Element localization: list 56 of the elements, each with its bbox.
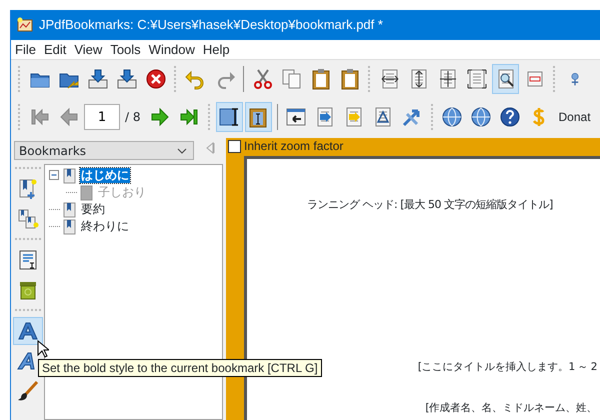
menu-item[interactable]: File <box>11 40 40 60</box>
undo-icon <box>184 68 206 90</box>
tooltip: Set the bold style to the current bookmark [CTRL G] <box>38 359 322 377</box>
tray-arrow-icon <box>86 68 108 90</box>
bookmark-icon <box>79 184 94 200</box>
help-icon <box>499 106 521 128</box>
arrow-right-icon <box>149 106 171 128</box>
page-text: [ここにタイトルを挿入します。1 ～ 2 <box>418 360 597 372</box>
checkbox-label: Inherit zoom factor <box>244 138 344 155</box>
clipboard-icon <box>310 68 332 90</box>
page-text: [作成者名、名、ミドルネーム、姓、 <box>425 402 597 414</box>
page-text: ランニング ヘッド: [最大 50 文字の短縮版タイトル] <box>307 198 553 211</box>
inherit-zoom-checkbox[interactable] <box>228 140 241 152</box>
page-arrows-icon <box>378 68 400 90</box>
clipboard-cursor-icon <box>247 106 269 128</box>
menu-item[interactable]: Help <box>198 40 234 60</box>
stop-icon <box>144 68 166 90</box>
menu-item[interactable]: Edit <box>40 40 70 60</box>
bold-a-button[interactable] <box>12 317 42 345</box>
bookmark-icon <box>62 218 77 234</box>
skip-last-icon <box>178 106 200 128</box>
page-number-field[interactable]: 1 <box>84 104 120 130</box>
arrow-left-icon <box>58 106 80 128</box>
globe-icon <box>441 106 463 128</box>
bookmark-item[interactable]: 要約 <box>80 202 106 217</box>
collapse-toggle-icon[interactable] <box>49 170 60 181</box>
bookmark-item[interactable]: はじめに <box>80 168 130 183</box>
text-cursor-icon <box>218 106 240 128</box>
paintbrush-icon <box>16 380 38 402</box>
bold-a-icon <box>16 320 38 342</box>
menu-item[interactable]: Window <box>144 40 199 60</box>
copy-icon <box>280 68 302 90</box>
tray-arrow-icon <box>116 68 138 90</box>
text-cursor-button[interactable] <box>216 102 242 132</box>
properties-icon <box>16 249 38 271</box>
menu-item[interactable]: Tools <box>106 40 145 60</box>
skip-first-icon <box>28 106 50 128</box>
bookmark-icon <box>62 168 77 184</box>
panel-dropdown[interactable]: Bookmarks <box>14 141 194 160</box>
menu-item[interactable]: View <box>70 40 106 60</box>
window-title: JPdfBookmarks: C:¥Users¥hasek¥Desktop¥bookmark.pdf * <box>39 16 383 34</box>
globe-icon <box>470 106 492 128</box>
chevron-down-icon <box>177 148 187 154</box>
bookmark-icon <box>62 202 77 218</box>
page-count: / 8 <box>125 109 140 126</box>
dropdown-value: Bookmarks <box>19 142 86 160</box>
bookmark-add-icon <box>16 178 38 200</box>
clipboard-icon <box>338 68 360 90</box>
app-icon <box>17 17 33 33</box>
scissors-icon <box>252 68 274 90</box>
page-magnify-button[interactable] <box>492 64 519 94</box>
clipboard-cursor-button[interactable] <box>244 102 272 132</box>
donate-label[interactable]: Donat <box>558 108 591 126</box>
page-frame-icon <box>466 68 488 90</box>
bookmark-add-child-icon <box>16 208 38 230</box>
bookmark-item[interactable]: 終わりに <box>80 219 130 234</box>
